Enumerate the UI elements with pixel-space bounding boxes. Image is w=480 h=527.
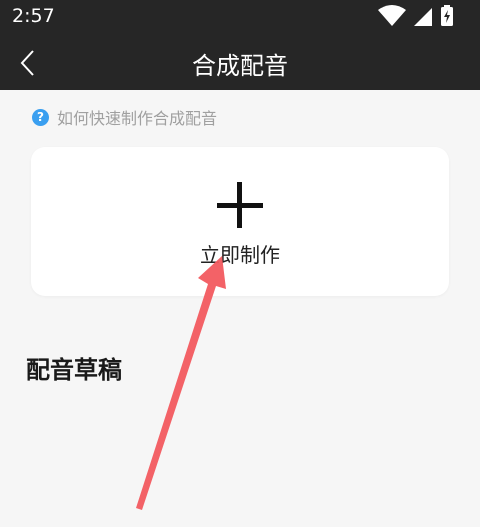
battery-charging-icon: [441, 5, 453, 26]
create-now-label: 立即制作: [200, 243, 280, 267]
cellular-signal-icon: [414, 8, 432, 26]
wifi-icon: [378, 5, 406, 26]
drafts-section-title: 配音草稿: [26, 356, 122, 384]
help-link[interactable]: ? 如何快速制作合成配音: [32, 105, 217, 129]
app-bar: 合成配音: [0, 36, 480, 90]
chevron-left-icon: [20, 50, 34, 76]
help-text: 如何快速制作合成配音: [57, 109, 218, 128]
status-icons: [370, 0, 480, 36]
status-bar: 2:57: [0, 0, 480, 36]
back-button[interactable]: [6, 36, 50, 90]
create-now-card[interactable]: 立即制作: [31, 147, 449, 296]
status-time: 2:57: [12, 5, 55, 27]
plus-icon: [217, 182, 263, 228]
question-circle-icon: ?: [32, 108, 49, 126]
page-title: 合成配音: [192, 52, 288, 80]
